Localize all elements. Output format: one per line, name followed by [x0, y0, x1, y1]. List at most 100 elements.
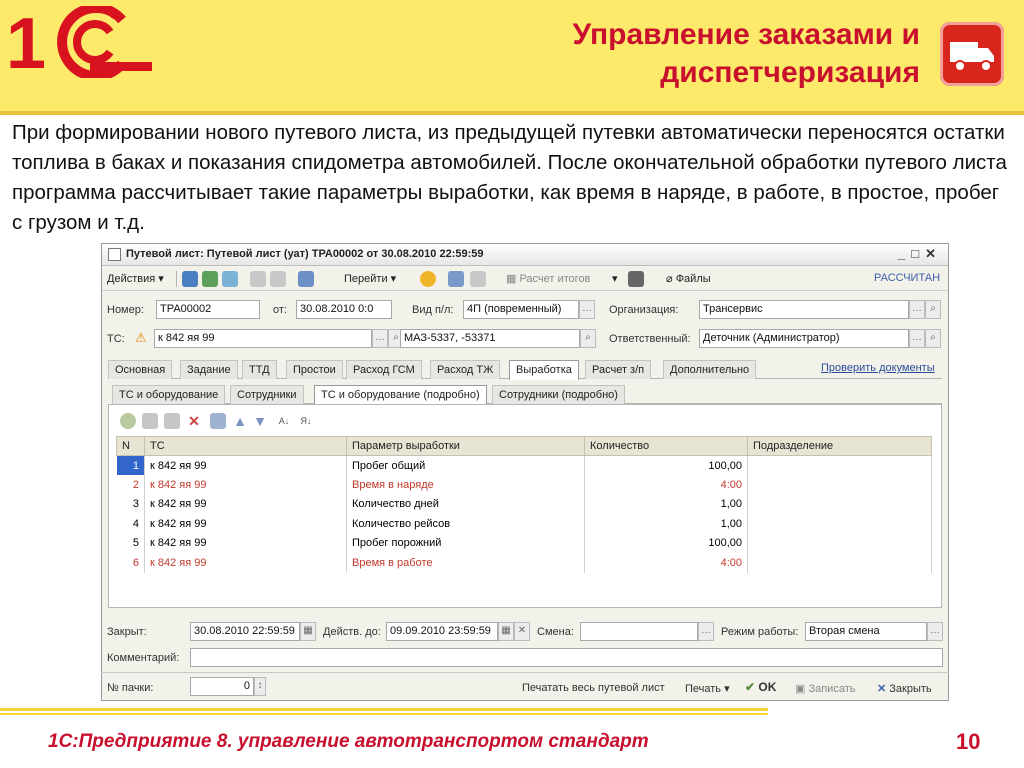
valid-clear-icon[interactable]: ✕ [514, 622, 530, 641]
date-field[interactable]: 30.08.2010 0:0 [296, 300, 392, 319]
transfer-icon[interactable] [448, 271, 464, 287]
unpost-icon[interactable] [270, 271, 286, 287]
sort-desc-icon[interactable]: Я↓ [298, 413, 314, 429]
shift-select-button[interactable]: … [698, 622, 714, 641]
tab-output[interactable]: Выработка [509, 360, 579, 380]
valid-calendar-icon[interactable]: ▦ [498, 622, 514, 641]
subtab-vehicles[interactable]: ТС и оборудование [112, 385, 226, 404]
tab-ttd[interactable]: ТТД [242, 360, 277, 379]
calc-totals-button[interactable]: ▦ Расчет итогов [506, 272, 590, 285]
table-row[interactable]: 3 к 842 яя 99 Количество дней 1,00 [116, 494, 932, 514]
files-button[interactable]: ⌀ Файлы [666, 272, 711, 285]
subtab-staff-detailed[interactable]: Сотрудники (подробно) [492, 385, 625, 404]
warning-icon: ⚠ [135, 330, 147, 345]
col-qty[interactable]: Количество [584, 436, 748, 456]
sort-asc-icon[interactable]: A↓ [276, 413, 292, 429]
footer-text: 1С:Предприятие 8. управление автотранспо… [48, 731, 649, 752]
move-up-icon[interactable]: ▲ [232, 413, 248, 429]
resp-search-icon[interactable]: ⌕ [925, 329, 941, 348]
table-row[interactable]: 6 к 842 яя 99 Время в работе 4:00 [116, 553, 932, 573]
model-search-icon[interactable]: ⌕ [580, 329, 596, 348]
goto-menu[interactable]: Перейти ▾ [344, 272, 396, 285]
copy-row-icon[interactable] [142, 413, 158, 429]
table-row[interactable]: 4 к 842 яя 99 Количество рейсов 1,00 [116, 514, 932, 534]
forward-icon[interactable] [470, 271, 486, 287]
pack-field[interactable]: 0 [190, 677, 254, 696]
help-icon[interactable] [420, 271, 436, 287]
delete-row-icon[interactable]: ✕ [186, 413, 202, 429]
model-field[interactable]: МАЗ-5337, -53371 [400, 329, 580, 348]
col-dept[interactable]: Подразделение [747, 436, 932, 456]
save-record-button[interactable]: ▣ Записать [795, 682, 855, 695]
intro-text: При формировании нового путевого листа, … [12, 121, 1007, 234]
print-menu[interactable]: Печать ▾ [685, 682, 730, 695]
col-n[interactable]: N [116, 436, 145, 456]
col-param[interactable]: Параметр выработки [346, 436, 585, 456]
comment-label: Комментарий: [107, 652, 180, 664]
shift-field[interactable] [580, 622, 698, 641]
actions-menu[interactable]: Действия ▾ [107, 272, 164, 285]
window-controls[interactable]: _□✕ [898, 246, 942, 262]
type-field[interactable]: 4П (повременный) [463, 300, 579, 319]
table-row[interactable]: 5 к 842 яя 99 Пробег порожний 100,00 [116, 533, 932, 553]
save-icon[interactable] [182, 271, 198, 287]
ok-check-icon: ✔ [745, 680, 756, 694]
pack-stepper[interactable]: ↕ [254, 677, 266, 696]
closed-calendar-icon[interactable]: ▦ [300, 622, 316, 641]
table-row[interactable]: 2 к 842 яя 99 Время в наряде 4:00 [116, 475, 932, 495]
org-search-icon[interactable]: ⌕ [925, 300, 941, 319]
edit-row-icon[interactable] [164, 413, 180, 429]
divider [101, 672, 949, 673]
list-icon[interactable] [628, 271, 644, 287]
vehicle-select-button[interactable]: … [372, 329, 388, 348]
subtab-staff[interactable]: Сотрудники [230, 385, 304, 404]
mode-select-button[interactable]: … [927, 622, 943, 641]
resp-select-button[interactable]: … [909, 329, 925, 348]
slide-title: Управление заказами и диспетчеризация [572, 18, 920, 89]
type-select-button[interactable]: … [579, 300, 595, 319]
svg-text:1: 1 [6, 6, 46, 78]
tab-idle[interactable]: Простои [286, 360, 343, 379]
vehicle-field[interactable]: к 842 яя 99 [154, 329, 372, 348]
table-row[interactable]: 1 к 842 яя 99 Пробег общий 100,00 [116, 455, 932, 475]
type-label: Вид п/л: [412, 304, 454, 316]
end-edit-icon[interactable] [210, 413, 226, 429]
valid-field[interactable]: 09.09.2010 23:59:59 [386, 622, 498, 641]
tab-task[interactable]: Задание [180, 360, 238, 379]
tab-additional[interactable]: Дополнительно [663, 360, 757, 379]
refresh-icon[interactable] [202, 271, 218, 287]
sub-tabs: ТС и оборудование Сотрудники ТС и оборуд… [112, 385, 942, 405]
add-row-icon[interactable] [120, 413, 136, 429]
post-icon[interactable] [250, 271, 266, 287]
tab-fuel[interactable]: Расход ГСМ [346, 360, 422, 379]
shift-label: Смена: [537, 626, 574, 638]
close-button[interactable]: ✕ Закрыть [877, 682, 932, 695]
from-label: от: [273, 304, 287, 316]
output-table: N ТС Параметр выработки Количество Подра… [116, 436, 932, 573]
subtab-vehicles-detailed[interactable]: ТС и оборудование (подробно) [314, 385, 487, 405]
structure-icon[interactable] [298, 271, 314, 287]
number-field[interactable]: ТРА00002 [156, 300, 260, 319]
close-icon: ✕ [877, 683, 887, 695]
ok-button[interactable]: ✔ OK [745, 680, 776, 694]
move-down-icon[interactable]: ▼ [252, 413, 268, 429]
closed-field[interactable]: 30.08.2010 22:59:59 [190, 622, 300, 641]
col-vehicle[interactable]: ТС [144, 436, 347, 456]
check-docs-link[interactable]: Проверить документы [821, 362, 935, 374]
org-select-button[interactable]: … [909, 300, 925, 319]
mode-field[interactable]: Вторая смена [805, 622, 927, 641]
pack-label: № пачки: [107, 682, 154, 694]
resp-field[interactable]: Деточник (Администратор) [699, 329, 909, 348]
copy-icon[interactable] [222, 271, 238, 287]
tab-salary[interactable]: Расчет з/п [585, 360, 652, 379]
window-title: Путевой лист: Путевой лист (уат) ТРА0000… [126, 248, 484, 260]
number-label: Номер: [107, 304, 144, 316]
tab-fluids[interactable]: Расход ТЖ [430, 360, 501, 379]
mode-label: Режим работы: [721, 626, 799, 638]
org-field[interactable]: Трансервис [699, 300, 909, 319]
dropdown-toggle[interactable]: ▾ [612, 272, 618, 285]
comment-field[interactable] [190, 648, 943, 667]
footer-line-thin [0, 713, 768, 715]
print-all-button[interactable]: Печатать весь путевой лист [522, 682, 665, 694]
tab-main[interactable]: Основная [108, 360, 173, 379]
